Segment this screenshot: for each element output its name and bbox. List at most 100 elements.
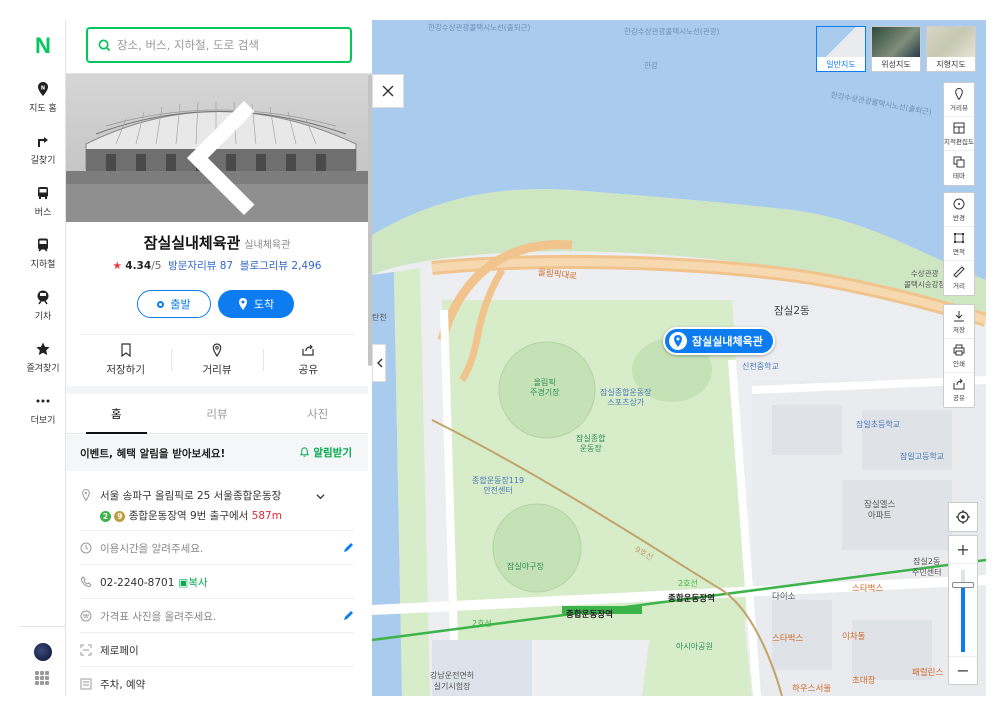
clock-icon <box>80 542 92 554</box>
close-icon <box>382 85 394 97</box>
alarm-button[interactable]: 알림받기 <box>299 445 352 460</box>
map-type-label: 일반지도 <box>826 60 856 69</box>
nav-item-directions[interactable]: 길찾기 <box>20 124 66 174</box>
nav-item-map-home[interactable]: N 지도 홈 <box>20 72 66 122</box>
place-actions: 저장하기 거리뷰 공유 <box>80 334 354 384</box>
close-panel-button[interactable] <box>372 74 404 108</box>
theme-icon <box>953 156 965 168</box>
save-button[interactable]: 저장하기 <box>80 335 171 384</box>
nav-item-label: 즐겨찾기 <box>26 363 60 374</box>
tab-review[interactable]: 리뷰 <box>167 394 268 433</box>
map-label: 수상관광 콜택시승강장 <box>904 269 946 289</box>
station-label[interactable]: 종합운동장역 <box>668 592 715 604</box>
map-label: 잠실2동 <box>774 305 810 317</box>
naver-logo[interactable]: N <box>20 20 66 72</box>
nav-item-bus[interactable]: 버스 <box>20 176 66 226</box>
nav-item-subway[interactable]: 지하철 <box>20 228 66 278</box>
search-area <box>66 20 372 74</box>
arrive-button[interactable]: 도착 <box>218 290 294 318</box>
map-label: 한강수상관광콜택시노선(출퇴근) <box>428 23 531 32</box>
tool-label: 지적편집도 <box>944 137 974 146</box>
nav-item-favorites[interactable]: 즐겨찾기 <box>20 332 66 382</box>
train-icon <box>37 290 49 304</box>
phone-number: 02-2240-8701 ▣복사 <box>100 575 208 590</box>
chevron-down-icon[interactable] <box>316 492 325 501</box>
edit-pencil-icon[interactable] <box>342 610 354 622</box>
back-icon[interactable] <box>76 84 368 222</box>
rating-star-icon: ★ <box>112 260 122 272</box>
avatar[interactable] <box>34 643 52 661</box>
place-tabs: 홈 리뷰 사진 <box>66 394 368 434</box>
tab-home[interactable]: 홈 <box>66 394 167 434</box>
chevron-left-icon <box>376 358 382 368</box>
map-type-terrain[interactable]: 지형지도 <box>926 26 976 72</box>
tool-area[interactable]: 면적 <box>944 227 974 261</box>
scan-icon <box>80 644 92 656</box>
edit-pencil-icon[interactable] <box>342 542 354 554</box>
tab-photo[interactable]: 사진 <box>267 394 368 433</box>
street-view-button[interactable]: 거리뷰 <box>171 335 262 384</box>
print-icon <box>953 344 965 355</box>
map-type-satellite[interactable]: 위성지도 <box>871 26 921 72</box>
collapse-panel-button[interactable] <box>372 344 386 382</box>
tool-label: 반경 <box>953 213 965 222</box>
station-label[interactable]: 종합운동장역 <box>566 608 613 620</box>
current-location-button[interactable] <box>948 502 978 532</box>
tool-print[interactable]: 인쇄 <box>944 339 974 373</box>
map-canvas[interactable]: 한강수상관광콜택시노선(출퇴근) 한강수상관광콜택시노선(관광) 한강 한강수상… <box>372 20 986 696</box>
map-label: 아시아공원 <box>676 642 713 651</box>
map-label: 탄천 <box>372 313 387 322</box>
rating-score: 4.34 <box>125 260 152 272</box>
tool-theme[interactable]: 테마 <box>944 151 974 185</box>
zeropay-row: 제로페이 <box>80 633 354 667</box>
tool-save[interactable]: 저장 <box>944 305 974 339</box>
visitor-reviews-link[interactable]: 방문자리뷰 87 <box>168 260 233 272</box>
alarm-label: 알림받기 <box>313 447 352 459</box>
tool-street-view[interactable]: 거리뷰 <box>944 83 974 117</box>
tool-radius[interactable]: 반경 <box>944 193 974 227</box>
depart-button[interactable]: 출발 <box>137 290 211 318</box>
cadastral-icon <box>953 122 965 133</box>
nav-item-more[interactable]: 더보기 <box>20 384 66 434</box>
copy-button[interactable]: ▣복사 <box>178 577 207 589</box>
share-button[interactable]: 공유 <box>262 335 354 384</box>
address-text[interactable]: 서울 송파구 올림픽로 25 서울종합운동장 <box>100 488 281 503</box>
tool-label: 공유 <box>953 394 965 402</box>
place-title-row: 잠실실내체육관 실내체육관 <box>66 232 368 253</box>
nav-item-label: 더보기 <box>30 415 56 426</box>
map-label: 2호선 <box>472 619 492 628</box>
place-marker[interactable]: 잠실실내체육관 <box>663 327 775 355</box>
nav-item-train[interactable]: 기차 <box>20 280 66 330</box>
hours-placeholder[interactable]: 이용시간을 알려주세요. <box>100 541 203 556</box>
origin-dot-icon <box>157 300 165 308</box>
tool-label: 면적 <box>953 247 965 256</box>
tool-share[interactable]: 공유 <box>944 373 974 407</box>
search-input[interactable] <box>117 38 337 52</box>
blog-reviews-link[interactable]: 블로그리뷰 2,496 <box>240 260 322 272</box>
map-tools-group-2: 반경 면적 거리 <box>943 192 975 296</box>
map-tools-group-3: 저장 인쇄 공유 <box>943 304 975 408</box>
tool-distance[interactable]: 거리 <box>944 261 974 295</box>
event-text: 이벤트, 혜택 알림을 받아보세요! <box>80 447 226 460</box>
search-box[interactable] <box>86 27 352 63</box>
apps-grid-icon[interactable] <box>35 671 49 685</box>
radius-icon <box>953 198 965 209</box>
zoom-handle[interactable] <box>952 581 974 588</box>
search-icon <box>98 39 111 51</box>
zoom-out-button[interactable]: − <box>949 656 977 684</box>
tool-cadastral[interactable]: 지적편집도 <box>944 117 974 151</box>
won-icon: ₩ <box>80 610 92 622</box>
map-type-label: 지형지도 <box>936 60 966 69</box>
marker-label: 잠실실내체육관 <box>692 335 763 348</box>
area-icon <box>954 232 964 243</box>
price-placeholder[interactable]: 가격표 사진을 올려주세요. <box>100 609 216 624</box>
map-type-normal[interactable]: 일반지도 <box>816 26 866 72</box>
map-label: 신천중학교 <box>742 362 779 371</box>
tool-label: 거리뷰 <box>950 103 968 112</box>
nav-item-label: 지하철 <box>30 259 56 270</box>
nav-item-label: 기차 <box>34 311 52 322</box>
place-photo[interactable] <box>66 74 368 222</box>
zoom-in-button[interactable]: + <box>949 536 977 564</box>
section-divider <box>66 386 368 394</box>
left-nav: N N 지도 홈 길찾기 버스 지하철 기차 즐겨찾기 더보기 <box>20 20 66 696</box>
